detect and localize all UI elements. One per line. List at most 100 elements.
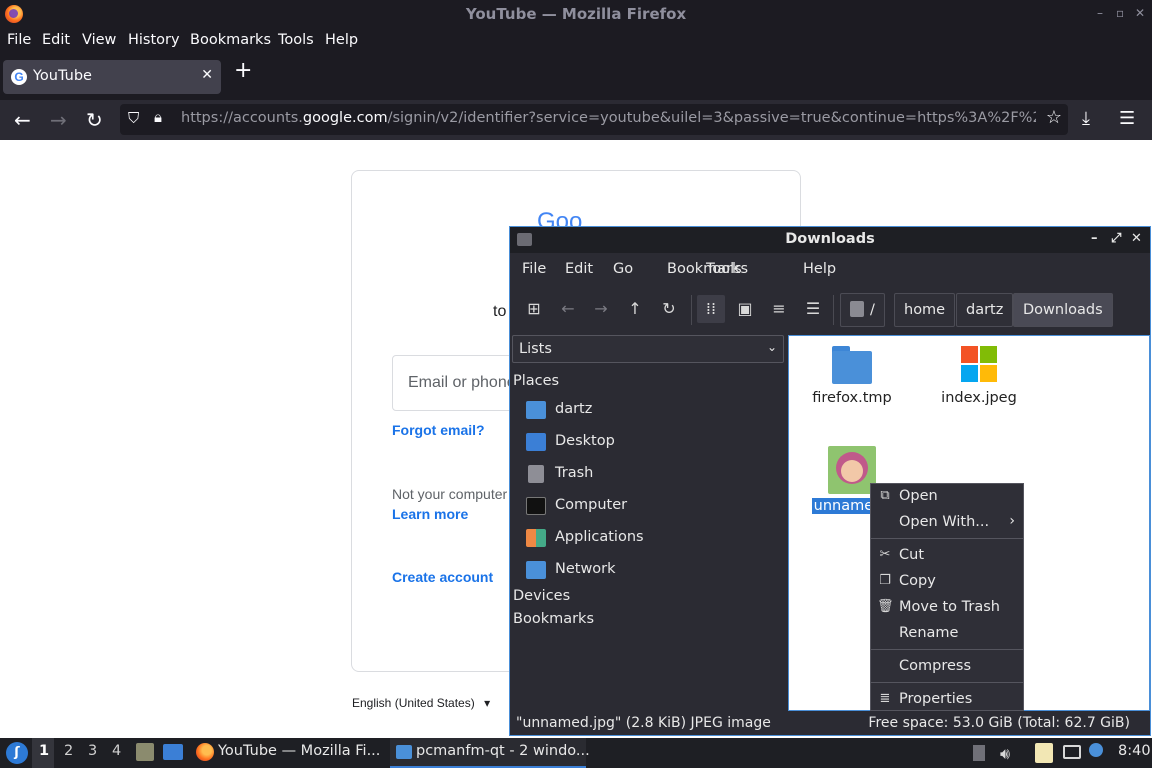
menu-help[interactable]: Help bbox=[325, 32, 358, 48]
fm-menu-tools[interactable]: Help bbox=[803, 261, 836, 277]
network-tray-icon[interactable] bbox=[1063, 745, 1081, 759]
menu-bookmarks[interactable]: Bookmarks bbox=[190, 32, 271, 48]
tab-close-icon[interactable]: ✕ bbox=[201, 67, 213, 83]
keyboard-layout-icon[interactable] bbox=[973, 745, 985, 761]
file-item[interactable]: firefox.tmp bbox=[797, 342, 907, 406]
file-manager-window: Downloads – ⤢ ✕ File Edit Go Bookmarks T… bbox=[509, 226, 1151, 736]
submenu-arrow-icon: › bbox=[1009, 513, 1015, 529]
devices-header[interactable]: Devices bbox=[513, 588, 570, 604]
menu-file[interactable]: File bbox=[7, 32, 31, 48]
downloads-icon[interactable]: ⤓ bbox=[1082, 108, 1090, 129]
fm-menu-view[interactable]: Go bbox=[613, 261, 633, 277]
file-item[interactable]: index.jpeg bbox=[924, 342, 1034, 406]
fm-close-button[interactable]: ✕ bbox=[1131, 231, 1142, 246]
reload-icon[interactable]: ↻ bbox=[86, 108, 103, 132]
lxqt-logo-icon[interactable]: ʃ bbox=[6, 742, 28, 764]
forward-icon[interactable]: → bbox=[587, 295, 615, 323]
learn-more-link[interactable]: Learn more bbox=[392, 506, 468, 522]
menu-edit[interactable]: Edit bbox=[42, 32, 70, 48]
firefox-titlebar: YouTube — Mozilla Firefox – ▫ ✕ bbox=[0, 0, 1152, 28]
file-manager-title: Downloads bbox=[785, 231, 875, 247]
bookmarks-header[interactable]: Bookmarks bbox=[513, 611, 594, 627]
signin-subtitle: to bbox=[493, 303, 507, 320]
compact-view-icon[interactable]: ≡ bbox=[765, 295, 793, 323]
menu-item-cut[interactable]: ✂ Cut bbox=[871, 544, 1023, 568]
taskbar: ʃ 1 2 3 4 YouTube — Mozilla Fi... pcmanf… bbox=[0, 738, 1152, 768]
file-manager-menubar: File Edit Go Bookmarks Tools Help bbox=[510, 253, 1150, 285]
toolbar-separator bbox=[691, 295, 692, 325]
menu-item-open-with[interactable]: Open With... › bbox=[871, 511, 1023, 535]
applications-icon bbox=[526, 529, 546, 547]
url-text[interactable]: https://accounts.google.com/signin/v2/id… bbox=[181, 110, 1036, 126]
close-button[interactable]: ✕ bbox=[1135, 6, 1145, 20]
sidebar-item-computer[interactable]: Computer bbox=[526, 493, 776, 521]
fm-menu-file[interactable]: File bbox=[522, 261, 546, 277]
task-firefox[interactable]: YouTube — Mozilla Fi... bbox=[192, 738, 388, 768]
notification-icon[interactable] bbox=[1089, 743, 1103, 757]
sidebar-item-dartz[interactable]: dartz bbox=[526, 397, 776, 425]
file-manager-launcher-icon[interactable] bbox=[136, 743, 154, 761]
menu-item-move-to-trash[interactable]: 🗑︎ Move to Trash bbox=[871, 596, 1023, 620]
forgot-email-link[interactable]: Forgot email? bbox=[392, 422, 485, 438]
back-icon[interactable]: ← bbox=[554, 295, 582, 323]
tab-label: YouTube bbox=[33, 68, 92, 84]
create-account-link[interactable]: Create account bbox=[392, 569, 493, 585]
not-your-computer-text: Not your computer bbox=[392, 486, 508, 502]
menu-item-properties[interactable]: ≣ Properties bbox=[871, 688, 1023, 712]
menu-view[interactable]: View bbox=[82, 32, 116, 48]
lock-icon[interactable]: 🔒︎ bbox=[154, 108, 162, 126]
breadcrumb-dartz[interactable]: dartz bbox=[956, 293, 1014, 327]
new-tab-button[interactable]: + bbox=[234, 60, 252, 82]
hamburger-menu-icon[interactable]: ☰ bbox=[1119, 108, 1135, 129]
up-icon[interactable]: ↑ bbox=[621, 295, 649, 323]
breadcrumb-root[interactable]: / bbox=[840, 293, 885, 327]
workspace-1[interactable]: 1 bbox=[39, 743, 49, 759]
breadcrumb-downloads[interactable]: Downloads bbox=[1013, 293, 1113, 327]
breadcrumb-home[interactable]: home bbox=[894, 293, 956, 327]
maximize-button[interactable]: ▫ bbox=[1116, 6, 1124, 20]
fm-menu-edit[interactable]: Edit bbox=[565, 261, 593, 277]
thumbnail-view-icon[interactable]: ▣ bbox=[731, 295, 759, 323]
tab-youtube[interactable]: G YouTube ✕ bbox=[3, 60, 221, 94]
menu-item-open[interactable]: ⧉ Open bbox=[871, 485, 1023, 509]
bookmark-star-icon[interactable]: ☆ bbox=[1046, 107, 1062, 128]
minimize-button[interactable]: – bbox=[1097, 6, 1103, 20]
menu-item-rename[interactable]: Rename bbox=[871, 622, 1023, 646]
show-desktop-icon[interactable] bbox=[163, 744, 183, 760]
language-selector[interactable]: English (United States) ▾ bbox=[352, 696, 490, 710]
detailed-list-view-icon[interactable]: ☰ bbox=[799, 295, 827, 323]
sidebar-item-applications[interactable]: Applications bbox=[526, 525, 776, 553]
places-header[interactable]: Places bbox=[513, 373, 559, 389]
drive-icon bbox=[850, 301, 864, 317]
fm-maximize-button[interactable]: ⤢ bbox=[1111, 231, 1121, 246]
icon-view-icon[interactable]: ⁞⁞ bbox=[697, 295, 725, 323]
menu-history[interactable]: History bbox=[128, 32, 180, 48]
volume-icon[interactable]: 🔊︎ bbox=[1000, 744, 1010, 764]
side-pane-mode-select[interactable]: Lists ⌄ bbox=[512, 335, 784, 363]
desktop-icon bbox=[526, 433, 546, 451]
workspace-4[interactable]: 4 bbox=[112, 743, 121, 759]
forward-icon[interactable]: → bbox=[50, 108, 67, 132]
clock[interactable]: 8:40 bbox=[1118, 743, 1151, 759]
workspace-3[interactable]: 3 bbox=[88, 743, 97, 759]
sidebar-item-desktop[interactable]: Desktop bbox=[526, 429, 776, 457]
menu-separator bbox=[871, 538, 1023, 539]
back-icon[interactable]: ← bbox=[14, 108, 31, 132]
new-tab-icon[interactable]: ⊞ bbox=[520, 295, 548, 323]
tracking-shield-icon[interactable]: ⛉ bbox=[128, 109, 139, 127]
menu-tools[interactable]: Tools bbox=[278, 32, 314, 48]
home-folder-icon bbox=[526, 401, 546, 419]
fm-minimize-button[interactable]: – bbox=[1091, 231, 1098, 246]
task-pcmanfm[interactable]: pcmanfm-qt - 2 windo... bbox=[390, 738, 590, 768]
menu-item-copy[interactable]: ❐ Copy bbox=[871, 570, 1023, 594]
trash-icon bbox=[528, 465, 544, 483]
google-favicon-icon: G bbox=[11, 69, 27, 85]
workspace-2[interactable]: 2 bbox=[64, 743, 73, 759]
sidebar-item-network[interactable]: Network bbox=[526, 557, 776, 585]
sidebar-item-trash[interactable]: Trash bbox=[526, 461, 776, 489]
menu-item-compress[interactable]: Compress bbox=[871, 655, 1023, 679]
clipboard-icon[interactable] bbox=[1035, 743, 1053, 763]
fm-menu-bookmarks[interactable]: Tools bbox=[706, 261, 742, 277]
reload-icon[interactable]: ↻ bbox=[655, 295, 683, 323]
url-bar[interactable]: ⛉ 🔒︎ https://accounts.google.com/signin/… bbox=[120, 104, 1068, 135]
